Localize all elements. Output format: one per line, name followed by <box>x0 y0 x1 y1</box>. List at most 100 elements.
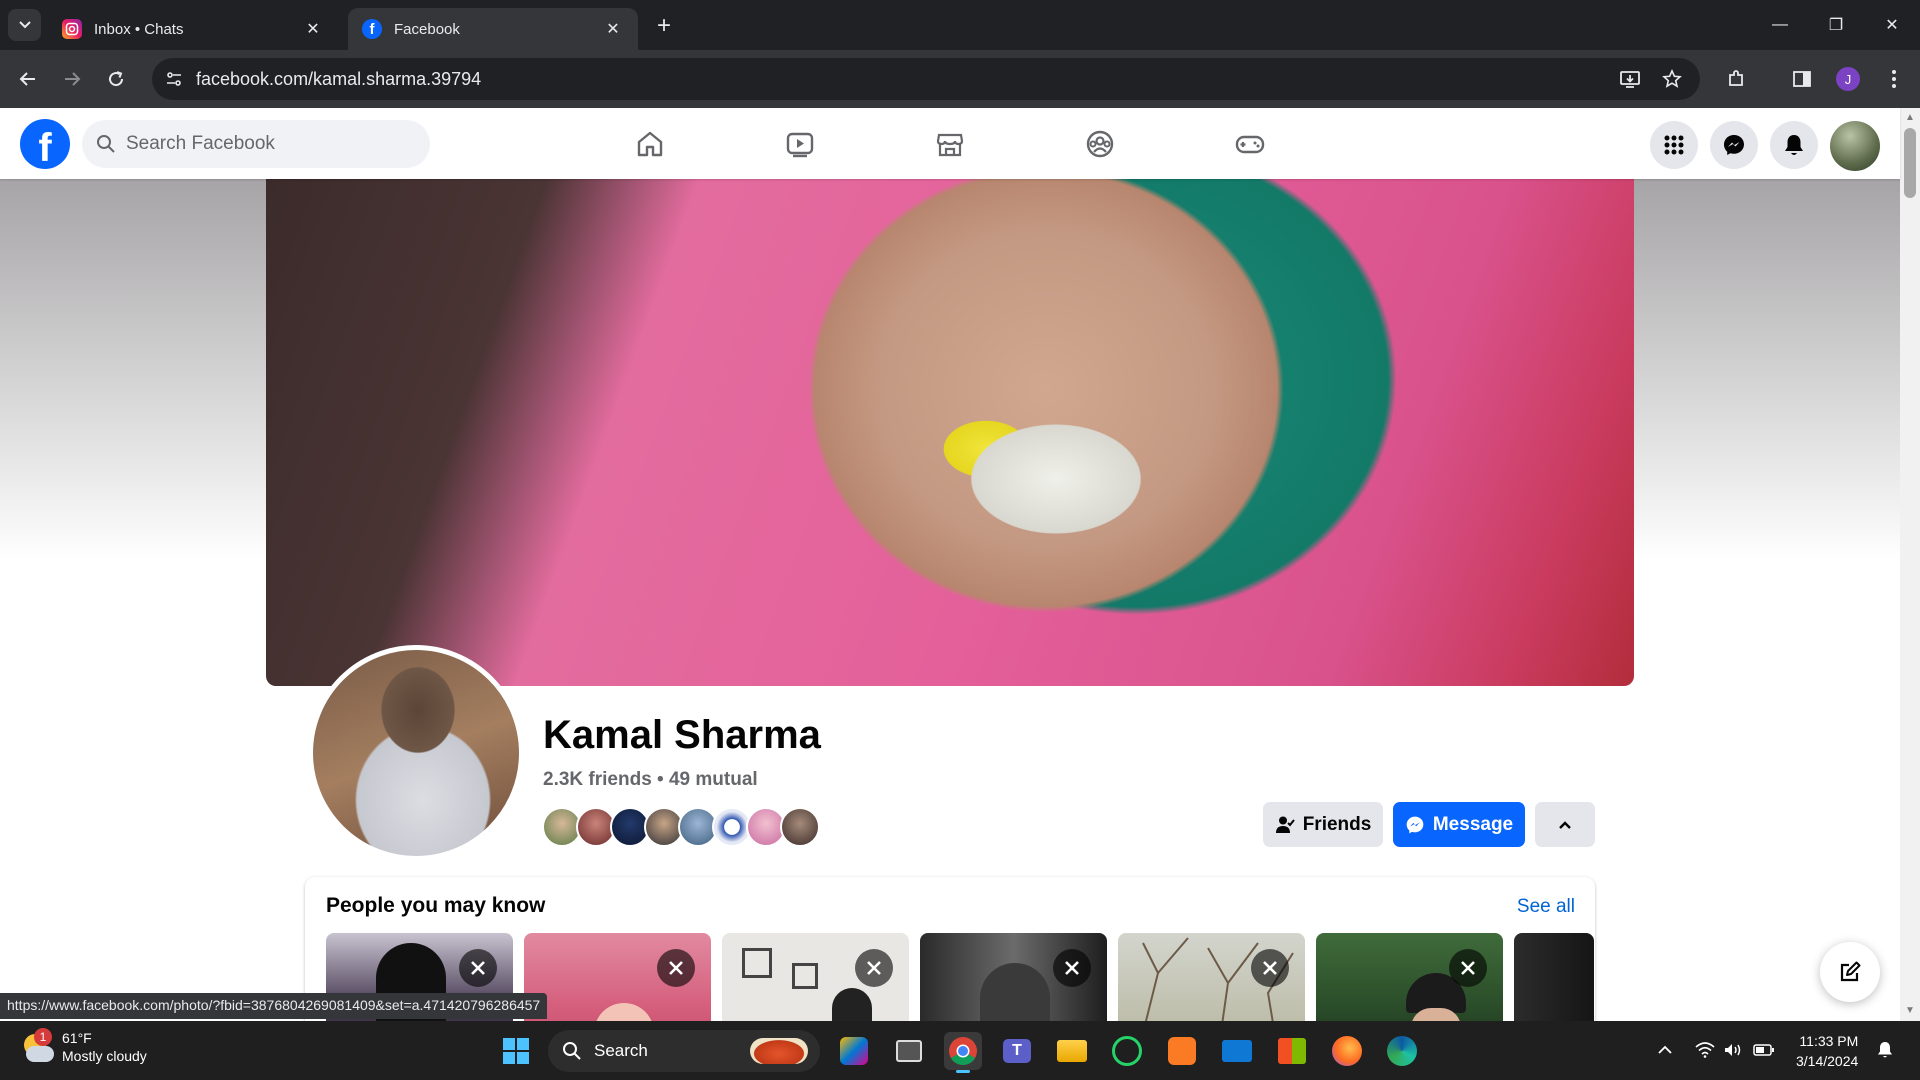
suggestion-card[interactable] <box>1118 933 1305 1021</box>
forward-icon[interactable] <box>56 63 88 95</box>
search-icon <box>563 1042 581 1060</box>
kebab-menu-icon[interactable] <box>1880 65 1908 93</box>
firefox-app[interactable] <box>1328 1032 1366 1070</box>
message-button[interactable]: Message <box>1393 802 1525 847</box>
section-title: People you may know <box>326 894 546 917</box>
nav-marketplace[interactable] <box>900 122 1000 166</box>
messenger-icon <box>1406 816 1424 833</box>
dismiss-icon[interactable] <box>1251 949 1289 987</box>
site-info-icon[interactable] <box>162 67 186 91</box>
tray-overflow-icon[interactable] <box>1654 1039 1676 1061</box>
search-input[interactable] <box>126 133 406 155</box>
chrome-icon <box>949 1037 977 1065</box>
account-avatar[interactable] <box>1830 121 1880 171</box>
close-icon[interactable]: ✕ <box>302 18 324 40</box>
scrollbar-thumb[interactable] <box>1904 128 1916 198</box>
link-preview-status: https://www.facebook.com/photo/?fbid=387… <box>0 993 548 1019</box>
dismiss-icon[interactable] <box>657 949 695 987</box>
gaming-icon <box>1235 135 1265 154</box>
taskbar-search[interactable]: Search <box>548 1030 820 1072</box>
friend-avatar[interactable] <box>780 807 820 847</box>
new-tab-button[interactable]: + <box>650 12 678 40</box>
search-icon <box>97 135 115 153</box>
system-clock[interactable]: 11:33 PM 3/14/2024 <box>1796 1031 1858 1071</box>
friend-check-icon <box>1275 816 1295 833</box>
url-text: facebook.com/kamal.sharma.39794 <box>196 69 482 89</box>
groups-icon <box>1086 130 1114 158</box>
nav-watch[interactable] <box>750 122 850 166</box>
suggestion-card[interactable] <box>920 933 1107 1021</box>
close-window-icon[interactable]: ✕ <box>1864 0 1920 50</box>
close-icon[interactable]: ✕ <box>602 18 624 40</box>
profile-picture[interactable] <box>308 645 524 861</box>
messenger-button[interactable] <box>1710 121 1758 169</box>
copilot-app[interactable] <box>835 1032 873 1070</box>
see-all-link[interactable]: See all <box>1517 896 1575 918</box>
messenger-icon <box>1724 135 1744 155</box>
dismiss-icon[interactable] <box>855 949 893 987</box>
weather-badge: 1 <box>34 1028 52 1046</box>
start-button[interactable] <box>497 1032 535 1070</box>
browser-toolbar: facebook.com/kamal.sharma.39794 J <box>0 50 1920 108</box>
wifi-icon[interactable] <box>1694 1039 1716 1061</box>
battery-icon[interactable] <box>1753 1039 1775 1061</box>
tab-search-button[interactable] <box>8 9 41 41</box>
weather-temp: 61°F <box>62 1030 92 1046</box>
dismiss-icon[interactable] <box>1053 949 1091 987</box>
notifications-button[interactable] <box>1770 121 1818 169</box>
dismiss-icon[interactable] <box>459 949 497 987</box>
suggestion-card[interactable] <box>524 933 711 1021</box>
nav-home[interactable] <box>600 122 700 166</box>
chrome-app[interactable] <box>944 1032 982 1073</box>
suggestion-card[interactable] <box>1316 933 1503 1021</box>
scroll-down-icon[interactable]: ▼ <box>1904 1005 1916 1017</box>
task-view-app[interactable] <box>890 1032 928 1070</box>
friends-count[interactable]: 2.3K friends • 49 mutual <box>543 769 758 791</box>
dismiss-icon[interactable] <box>1449 949 1487 987</box>
page-scrollbar[interactable]: ▲ ▼ <box>1900 108 1920 1021</box>
compose-icon <box>1840 961 1861 982</box>
minimize-icon[interactable]: — <box>1752 0 1808 50</box>
menu-grid-button[interactable] <box>1650 121 1698 169</box>
reload-icon[interactable] <box>100 63 132 95</box>
bell-icon <box>1785 135 1803 155</box>
xampp-app[interactable] <box>1163 1032 1201 1070</box>
volume-icon[interactable] <box>1722 1039 1744 1061</box>
home-icon <box>637 131 663 157</box>
bookmark-star-icon[interactable] <box>1660 67 1684 91</box>
teams-app[interactable]: T <box>998 1032 1036 1070</box>
nav-groups[interactable] <box>1050 122 1150 166</box>
edge-app[interactable] <box>1383 1032 1421 1070</box>
install-app-icon[interactable] <box>1618 67 1642 91</box>
cover-photo[interactable] <box>266 179 1634 686</box>
notification-bell-icon[interactable] <box>1874 1039 1896 1061</box>
profile-avatar[interactable]: J <box>1834 65 1862 93</box>
new-message-button[interactable] <box>1820 942 1880 1002</box>
search-box[interactable] <box>82 120 430 168</box>
tab-instagram[interactable]: Inbox • Chats ✕ <box>48 8 338 50</box>
mutual-friends-avatars <box>542 807 820 847</box>
side-panel-icon[interactable] <box>1788 65 1816 93</box>
extensions-icon[interactable] <box>1722 65 1750 93</box>
mail-app[interactable] <box>1218 1032 1256 1070</box>
search-highlight-image <box>750 1038 808 1064</box>
suggestion-card[interactable] <box>722 933 909 1021</box>
back-icon[interactable] <box>12 63 44 95</box>
address-bar[interactable]: facebook.com/kamal.sharma.39794 <box>152 58 1700 100</box>
marketplace-icon <box>936 133 964 157</box>
collapse-suggestions-button[interactable] <box>1535 802 1595 847</box>
friends-button[interactable]: Friends <box>1263 802 1383 847</box>
scroll-up-icon[interactable]: ▲ <box>1904 112 1916 124</box>
store-app[interactable] <box>1273 1032 1311 1070</box>
chevron-down-icon <box>18 21 31 29</box>
suggestion-card[interactable] <box>1514 933 1594 1021</box>
whatsapp-app[interactable] <box>1108 1032 1146 1070</box>
watch-icon <box>786 132 814 158</box>
file-explorer-app[interactable] <box>1053 1032 1091 1070</box>
restore-icon[interactable]: ❐ <box>1808 0 1864 50</box>
tab-facebook[interactable]: f Facebook ✕ <box>348 8 638 50</box>
weather-widget[interactable]: 1 61°F Mostly cloudy <box>20 1028 147 1065</box>
weather-desc: Mostly cloudy <box>62 1048 147 1064</box>
nav-gaming[interactable] <box>1200 122 1300 166</box>
facebook-logo[interactable]: f <box>20 119 70 170</box>
